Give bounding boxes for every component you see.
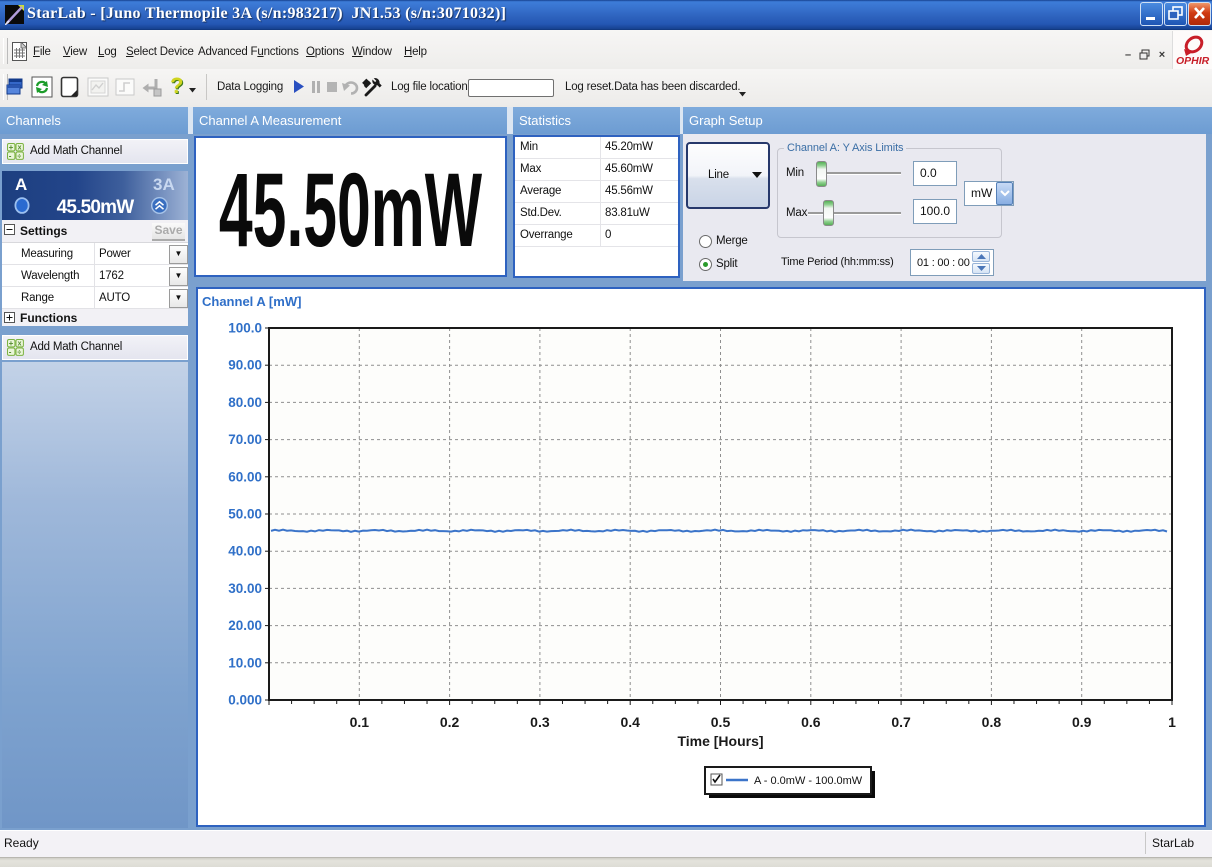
svg-text:0.000: 0.000 xyxy=(228,693,262,708)
svg-text:0.9: 0.9 xyxy=(1072,714,1092,730)
svg-text:50.00: 50.00 xyxy=(228,507,262,522)
svg-text:0.1: 0.1 xyxy=(350,714,370,730)
svg-text:x: x xyxy=(18,341,22,348)
svg-text:0.6: 0.6 xyxy=(801,714,821,730)
svg-text:-: - xyxy=(9,347,12,356)
svg-text:0.8: 0.8 xyxy=(982,714,1002,730)
svg-text:10.00: 10.00 xyxy=(228,655,262,670)
svg-text:x: x xyxy=(18,145,22,152)
svg-text:0.2: 0.2 xyxy=(440,714,460,730)
svg-text:-: - xyxy=(9,151,12,160)
svg-text:OPHIR: OPHIR xyxy=(1176,55,1210,67)
svg-text:Time [Hours]: Time [Hours] xyxy=(677,733,763,749)
svg-text:30.00: 30.00 xyxy=(228,581,262,596)
svg-text:0.7: 0.7 xyxy=(891,714,911,730)
svg-text:80.00: 80.00 xyxy=(228,395,262,410)
svg-text:÷: ÷ xyxy=(17,349,21,356)
svg-text:0.5: 0.5 xyxy=(711,714,731,730)
svg-text:0.3: 0.3 xyxy=(530,714,550,730)
svg-text:0.4: 0.4 xyxy=(620,714,640,730)
svg-text:÷: ÷ xyxy=(17,153,21,160)
svg-text:1: 1 xyxy=(1168,714,1176,730)
svg-text:100.0: 100.0 xyxy=(228,321,262,336)
svg-text:40.00: 40.00 xyxy=(228,544,262,559)
svg-text:A - 0.0mW - 100.0mW: A - 0.0mW - 100.0mW xyxy=(754,775,863,787)
svg-text:20.00: 20.00 xyxy=(228,618,262,633)
svg-text:90.00: 90.00 xyxy=(228,358,262,373)
svg-text:60.00: 60.00 xyxy=(228,469,262,484)
svg-text:70.00: 70.00 xyxy=(228,432,262,447)
